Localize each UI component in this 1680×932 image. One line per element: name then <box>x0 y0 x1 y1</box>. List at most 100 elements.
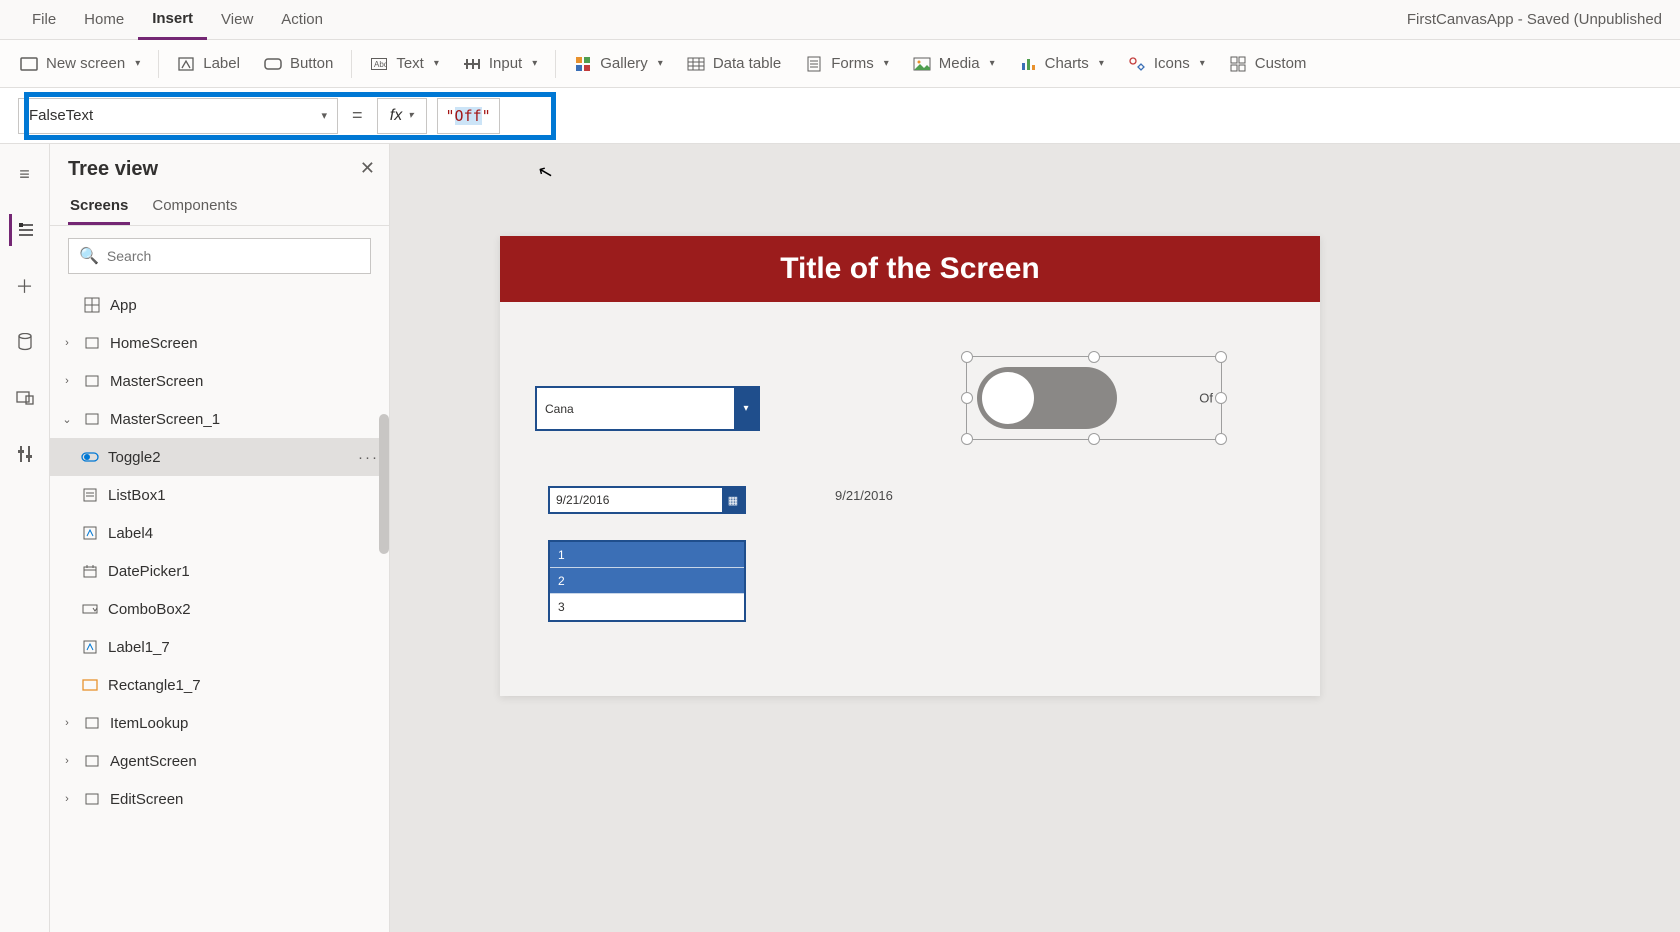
tree-item-app[interactable]: App <box>50 286 389 324</box>
datepicker-icon <box>80 564 100 578</box>
input-icon <box>463 55 481 73</box>
tree-label: MasterScreen <box>110 373 203 390</box>
chevron-right-icon[interactable]: › <box>60 755 74 767</box>
plus-icon[interactable]: ＋ <box>9 270 41 302</box>
custom-icon <box>1229 55 1247 73</box>
button-button[interactable]: Button <box>252 46 345 82</box>
list-item[interactable]: 3 <box>550 594 744 620</box>
button-btn-label: Button <box>290 55 333 72</box>
custom-button[interactable]: Custom <box>1217 46 1319 82</box>
close-icon[interactable]: ✕ <box>360 158 375 179</box>
tree-item-label1-7[interactable]: Label1_7 <box>50 628 389 666</box>
scrollbar-thumb[interactable] <box>379 414 389 554</box>
resize-handle[interactable] <box>961 351 973 363</box>
search-input[interactable] <box>107 248 360 264</box>
chevron-right-icon[interactable]: › <box>60 375 74 387</box>
screen-icon <box>82 413 102 425</box>
resize-handle[interactable] <box>961 392 973 404</box>
toggle-icon <box>80 451 100 463</box>
menu-file[interactable]: File <box>18 0 70 40</box>
tree-item-editscreen[interactable]: › EditScreen <box>50 780 389 818</box>
tree-search[interactable]: 🔍 <box>68 238 371 274</box>
fx-label: fx <box>390 107 402 125</box>
tree-item-masterscreen1[interactable]: ⌄ MasterScreen_1 <box>50 400 389 438</box>
tree-label: App <box>110 297 137 314</box>
charts-btn-label: Charts <box>1045 55 1089 72</box>
menu-insert[interactable]: Insert <box>138 0 207 40</box>
menu-action[interactable]: Action <box>267 0 337 40</box>
list-item[interactable]: 1 <box>550 542 744 568</box>
toggle-knob[interactable] <box>982 372 1034 424</box>
chevron-down-icon[interactable]: ▾ <box>734 388 758 429</box>
resize-handle[interactable] <box>1215 433 1227 445</box>
more-icon[interactable]: ··· <box>358 449 379 466</box>
calendar-icon[interactable]: ▦ <box>722 488 744 512</box>
app-icon <box>82 297 102 313</box>
formula-input[interactable]: "Off" <box>437 98 500 134</box>
menu-view[interactable]: View <box>207 0 267 40</box>
icons-button[interactable]: Icons ▾ <box>1116 46 1217 82</box>
toggle-selection-box[interactable]: Of <box>966 356 1222 440</box>
icons-icon <box>1128 55 1146 73</box>
list-item[interactable]: 2 <box>550 568 744 594</box>
tree-item-agentscreen[interactable]: › AgentScreen <box>50 742 389 780</box>
label-button[interactable]: Label <box>165 46 252 82</box>
tree-item-datepicker1[interactable]: DatePicker1 <box>50 552 389 590</box>
resize-handle[interactable] <box>1215 351 1227 363</box>
screen-icon <box>82 755 102 767</box>
tree-item-combobox2[interactable]: ComboBox2 <box>50 590 389 628</box>
chevron-down-icon[interactable]: ⌄ <box>60 413 74 426</box>
tree-view-panel: Tree view ✕ Screens Components 🔍 App › H… <box>50 144 390 932</box>
property-dropdown[interactable]: FalseText ▾ <box>18 98 338 134</box>
tree-item-itemlookup[interactable]: › ItemLookup <box>50 704 389 742</box>
tree-label: HomeScreen <box>110 335 198 352</box>
tab-components[interactable]: Components <box>150 189 239 225</box>
resize-handle[interactable] <box>1088 433 1100 445</box>
resize-handle[interactable] <box>1215 392 1227 404</box>
media-rail-icon[interactable] <box>9 382 41 414</box>
media-button[interactable]: Media ▾ <box>901 46 1007 82</box>
chevron-down-icon: ▾ <box>321 109 327 122</box>
advanced-tools-icon[interactable] <box>9 438 41 470</box>
combobox-control[interactable]: Cana ▾ <box>535 386 760 431</box>
tree-item-rectangle1-7[interactable]: Rectangle1_7 <box>50 666 389 704</box>
toggle-control[interactable] <box>977 367 1117 429</box>
text-button[interactable]: Abc Text ▾ <box>358 46 451 82</box>
resize-handle[interactable] <box>961 433 973 445</box>
chevron-right-icon[interactable]: › <box>60 793 74 805</box>
datepicker-control[interactable]: 9/21/2016 ▦ <box>548 486 746 514</box>
new-screen-button[interactable]: New screen ▾ <box>8 46 152 82</box>
separator <box>158 50 159 78</box>
screen-canvas[interactable]: Title of the Screen Cana ▾ 9/21/2016 ▦ 9… <box>500 236 1320 696</box>
forms-button[interactable]: Forms ▾ <box>793 46 901 82</box>
charts-button[interactable]: Charts ▾ <box>1007 46 1116 82</box>
media-btn-label: Media <box>939 55 980 72</box>
tab-screens[interactable]: Screens <box>68 189 130 225</box>
menu-home[interactable]: Home <box>70 0 138 40</box>
chevron-down-icon: ▾ <box>1099 58 1104 69</box>
hamburger-icon[interactable]: ≡ <box>9 158 41 190</box>
tree-item-masterscreen[interactable]: › MasterScreen <box>50 362 389 400</box>
tree-item-listbox1[interactable]: ListBox1 <box>50 476 389 514</box>
separator <box>555 50 556 78</box>
listbox-icon <box>80 488 100 502</box>
tree-label: DatePicker1 <box>108 563 190 580</box>
fx-button[interactable]: fx ▾ <box>377 98 427 134</box>
data-icon[interactable] <box>9 326 41 358</box>
gallery-btn-label: Gallery <box>600 55 648 72</box>
data-table-button[interactable]: Data table <box>675 46 793 82</box>
label-btn-label: Label <box>203 55 240 72</box>
tree-item-homescreen[interactable]: › HomeScreen <box>50 324 389 362</box>
tree-label: AgentScreen <box>110 753 197 770</box>
canvas-area[interactable]: ↖ Title of the Screen Cana ▾ 9/21/2016 ▦… <box>390 144 1680 932</box>
tree-item-toggle2[interactable]: Toggle2 ··· <box>50 438 389 476</box>
tree-item-label4[interactable]: Label4 <box>50 514 389 552</box>
gallery-button[interactable]: Gallery ▾ <box>562 46 675 82</box>
chevron-right-icon[interactable]: › <box>60 717 74 729</box>
chevron-right-icon[interactable]: › <box>60 337 74 349</box>
tree-view-icon[interactable] <box>9 214 41 246</box>
input-button[interactable]: Input ▾ <box>451 46 549 82</box>
resize-handle[interactable] <box>1088 351 1100 363</box>
listbox-control[interactable]: 1 2 3 <box>548 540 746 622</box>
screen-title-bar: Title of the Screen <box>500 236 1320 302</box>
